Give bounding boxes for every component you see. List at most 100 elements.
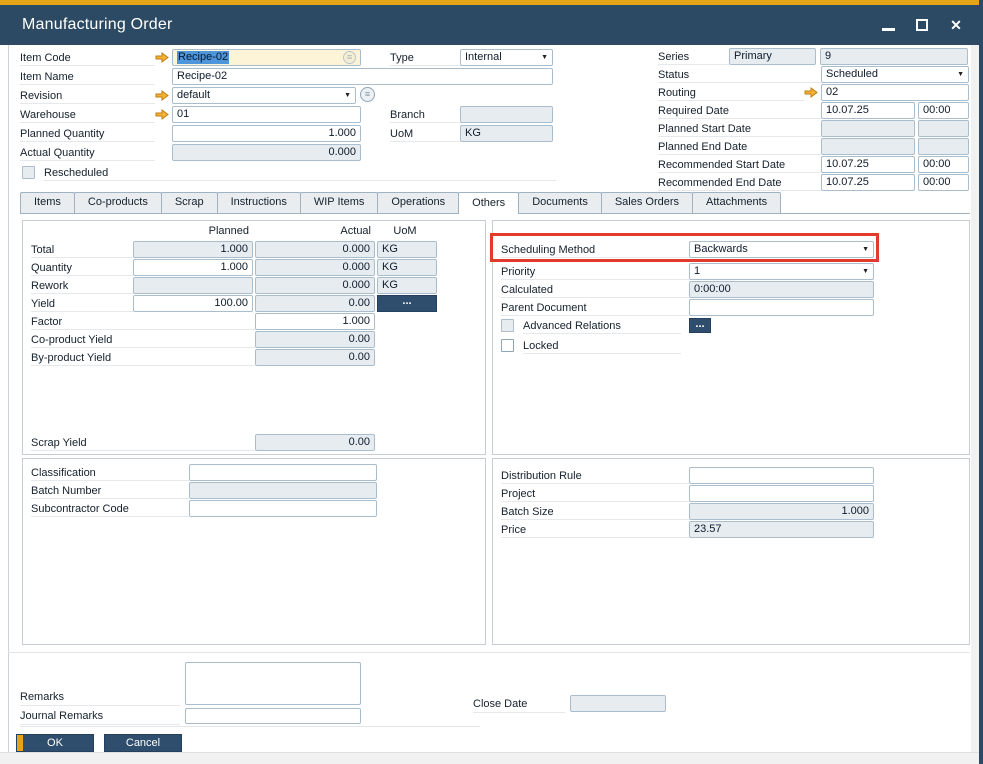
scheduling-method-row: Scheduling Method Backwards ▼ [493, 241, 969, 258]
advanced-relations-ellipsis-button[interactable]: ... [689, 318, 711, 333]
routing-link-arrow[interactable] [804, 84, 821, 101]
scheduling-method-dropdown[interactable]: Backwards ▼ [689, 241, 874, 258]
manufacturing-order-window: Manufacturing Order ✕ Item Code Recipe-0… [0, 0, 983, 764]
locked-row: Locked [493, 337, 969, 354]
revision-choose-from-list-icon[interactable]: ≡ [360, 87, 375, 102]
planned-quantity-label: Planned Quantity [20, 125, 155, 142]
journal-remarks-field[interactable] [185, 708, 361, 724]
batch-number-field [189, 482, 377, 499]
tab-scrap[interactable]: Scrap [161, 192, 218, 213]
batch-size-label: Batch Size [501, 503, 689, 520]
routing-field[interactable]: 02 [821, 84, 969, 101]
quantity-planned-field[interactable]: 1.000 [133, 259, 253, 276]
distribution-rule-field[interactable] [689, 467, 874, 484]
details-groupbox: Distribution Rule Project Batch Size 1.0… [492, 458, 970, 645]
window-right-edge [979, 0, 983, 764]
subcontractor-code-field[interactable] [189, 500, 377, 517]
total-uom-field: KG [377, 241, 437, 258]
planned-start-date-label: Planned Start Date [658, 120, 821, 137]
choose-from-list-icon[interactable]: ≡ [343, 51, 356, 64]
required-date-label: Required Date [658, 102, 821, 119]
item-code-link-arrow[interactable] [155, 49, 172, 66]
parent-document-label: Parent Document [501, 299, 689, 316]
revision-link-arrow[interactable] [155, 87, 172, 104]
planned-start-date-row: Planned Start Date [658, 120, 970, 138]
recommended-start-date-field[interactable]: 10.07.25 [821, 156, 915, 173]
window-status-strip [0, 752, 979, 764]
recommended-end-date-row: Recommended End Date 10.07.25 00:00 [658, 174, 970, 192]
series-field: Primary [729, 48, 816, 65]
distribution-rule-row: Distribution Rule [493, 467, 969, 484]
factor-field[interactable]: 1.000 [255, 313, 375, 330]
rework-uom-field: KG [377, 277, 437, 294]
item-code-field[interactable]: Recipe-02 ≡ [172, 49, 361, 66]
maximize-button[interactable] [913, 16, 931, 34]
required-date-row: Required Date 10.07.25 00:00 [658, 102, 970, 120]
total-actual-field: 0.000 [255, 241, 375, 258]
required-date-field[interactable]: 10.07.25 [821, 102, 915, 119]
project-field[interactable] [689, 485, 874, 502]
item-name-field[interactable]: Recipe-02 [172, 68, 553, 85]
recommended-end-date-label: Recommended End Date [658, 174, 821, 191]
co-product-yield-label: Co-product Yield [31, 331, 255, 348]
revision-label: Revision [20, 87, 155, 104]
ok-button-focus-stripe [17, 735, 23, 751]
locked-checkbox[interactable] [501, 339, 514, 352]
recommended-end-time-field[interactable]: 00:00 [918, 174, 969, 191]
tab-wip-items[interactable]: WIP Items [300, 192, 379, 213]
planned-quantity-row: Planned Quantity 1.000 UoM KG [20, 125, 560, 144]
tab-attachments[interactable]: Attachments [692, 192, 781, 213]
link-arrow-icon [804, 87, 818, 98]
factor-label: Factor [31, 313, 255, 330]
header-form-left: Item Code Recipe-02 ≡ Type Internal ▼ It… [20, 49, 560, 182]
planned-end-date-label: Planned End Date [658, 138, 821, 155]
rescheduled-label: Rescheduled [44, 164, 556, 181]
type-dropdown[interactable]: Internal ▼ [460, 49, 553, 66]
series-number-field: 9 [820, 48, 968, 65]
tab-sales-orders[interactable]: Sales Orders [601, 192, 693, 213]
recommended-start-time-field[interactable]: 00:00 [918, 156, 969, 173]
yield-planned-field[interactable]: 100.00 [133, 295, 253, 312]
yield-row: Yield 100.00 0.00 ... [23, 295, 485, 312]
rework-row: Rework 0.000 KG [23, 277, 485, 294]
recommended-end-date-field[interactable]: 10.07.25 [821, 174, 915, 191]
priority-dropdown[interactable]: 1 ▼ [689, 263, 874, 280]
tab-documents[interactable]: Documents [518, 192, 602, 213]
dropdown-arrow-icon: ▼ [344, 89, 351, 102]
classification-groupbox: Classification Batch Number Subcontracto… [22, 458, 486, 645]
footer-separator [8, 652, 970, 653]
tab-others[interactable]: Others [458, 192, 519, 214]
cancel-button[interactable]: Cancel [104, 734, 182, 752]
tab-instructions[interactable]: Instructions [217, 192, 301, 213]
dropdown-arrow-icon: ▼ [862, 243, 869, 256]
ok-button[interactable]: OK [16, 734, 94, 752]
status-label: Status [658, 66, 821, 83]
planned-quantity-field[interactable]: 1.000 [172, 125, 361, 142]
classification-field[interactable] [189, 464, 377, 481]
yield-ellipsis-button[interactable]: ... [377, 295, 437, 312]
minimize-button[interactable] [879, 16, 897, 34]
tab-co-products[interactable]: Co-products [74, 192, 162, 213]
required-time-field[interactable]: 00:00 [918, 102, 969, 119]
tab-operations[interactable]: Operations [377, 192, 459, 213]
warehouse-row: Warehouse 01 Branch [20, 106, 560, 125]
warehouse-field[interactable]: 01 [172, 106, 361, 123]
actual-column-header: Actual [255, 225, 375, 239]
batch-number-label: Batch Number [31, 482, 189, 499]
revision-dropdown[interactable]: default ▼ [172, 87, 356, 104]
status-dropdown[interactable]: Scheduled ▼ [821, 66, 969, 83]
rework-planned-field [133, 277, 253, 294]
close-date-field [570, 695, 666, 712]
window-title: Manufacturing Order [0, 16, 173, 34]
remarks-textarea[interactable] [185, 662, 361, 705]
remarks-label: Remarks [20, 691, 180, 706]
rescheduled-checkbox [22, 166, 35, 179]
warehouse-link-arrow[interactable] [155, 106, 172, 123]
parent-document-field[interactable] [689, 299, 874, 316]
tab-items[interactable]: Items [20, 192, 75, 213]
close-button[interactable]: ✕ [947, 16, 965, 34]
scrap-yield-row: Scrap Yield 0.00 [23, 434, 485, 451]
price-label: Price [501, 521, 689, 538]
total-planned-field: 1.000 [133, 241, 253, 258]
scrap-yield-label: Scrap Yield [31, 434, 255, 451]
